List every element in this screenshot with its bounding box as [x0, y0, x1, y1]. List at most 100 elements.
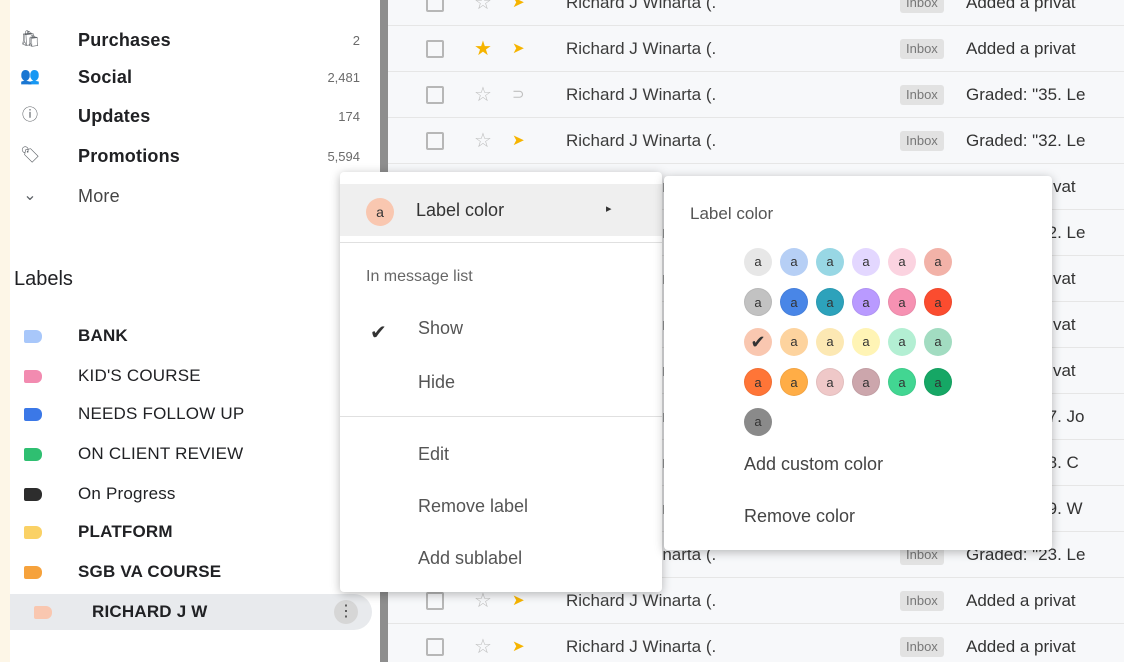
- color-swatch[interactable]: a: [852, 248, 880, 276]
- inbox-tag: Inbox: [900, 0, 944, 13]
- star-icon[interactable]: ☆: [474, 82, 492, 107]
- color-swatch[interactable]: a: [888, 328, 916, 356]
- nav-item-promotions[interactable]: 🏷 Promotions 5,594: [10, 138, 382, 174]
- label-item[interactable]: SGB VA COURSE: [10, 554, 382, 590]
- star-icon[interactable]: ☆: [474, 128, 492, 153]
- label-item[interactable]: BANK: [10, 318, 382, 354]
- star-icon[interactable]: ★: [474, 36, 492, 61]
- color-swatch[interactable]: a: [780, 248, 808, 276]
- color-swatch[interactable]: a: [852, 368, 880, 396]
- color-swatch[interactable]: a: [924, 248, 952, 276]
- color-swatch[interactable]: a: [852, 328, 880, 356]
- label-item[interactable]: ON CLIENT REVIEW: [10, 436, 382, 472]
- color-swatch[interactable]: a: [924, 368, 952, 396]
- inbox-tag: Inbox: [900, 39, 944, 59]
- mail-row[interactable]: ★ ➤ Richard J Winarta (. Inbox Added a priva…: [388, 26, 1124, 72]
- importance-marker-icon[interactable]: ➤: [512, 131, 525, 149]
- importance-marker-icon[interactable]: ⊃: [512, 85, 525, 103]
- star-icon[interactable]: ☆: [474, 0, 492, 15]
- hide-menu-item[interactable]: Hide: [418, 372, 455, 393]
- mail-row[interactable]: ☆ ⊃ Richard J Winarta (. Inbox Graded: "35. …: [388, 72, 1124, 118]
- label-name: NEEDS FOLLOW UP: [78, 404, 245, 423]
- menu-divider: [340, 242, 662, 243]
- color-swatch[interactable]: a: [780, 328, 808, 356]
- label-item[interactable]: KID'S COURSE: [10, 358, 382, 394]
- label-item[interactable]: NEEDS FOLLOW UP: [10, 396, 382, 432]
- star-icon[interactable]: ☆: [474, 634, 492, 659]
- inbox-tag: Inbox: [900, 85, 944, 105]
- label-color-menu-item[interactable]: a Label color ▸: [340, 184, 662, 236]
- nav-item-count: 2,481: [327, 69, 360, 85]
- nav-item-count: 174: [338, 108, 360, 124]
- nav-item-updates[interactable]: ⓘ Updates 174: [10, 98, 382, 134]
- color-swatch[interactable]: a: [816, 288, 844, 316]
- importance-marker-icon[interactable]: ➤: [512, 39, 525, 57]
- color-swatch[interactable]: a: [780, 288, 808, 316]
- label-color-text: Label color: [416, 200, 505, 220]
- color-swatch[interactable]: a: [744, 368, 772, 396]
- importance-marker-icon[interactable]: ➤: [512, 637, 525, 655]
- inbox-tag: Inbox: [900, 131, 944, 151]
- label-item[interactable]: RICHARD J W ⋮: [10, 594, 372, 630]
- label-icon: [24, 370, 42, 383]
- label-item[interactable]: PLATFORM: [10, 514, 382, 550]
- show-menu-item[interactable]: Show: [418, 318, 463, 339]
- color-swatch[interactable]: a: [852, 288, 880, 316]
- color-swatch[interactable]: a: [924, 328, 952, 356]
- color-swatch[interactable]: a: [888, 248, 916, 276]
- remove-color-button[interactable]: Remove color: [744, 506, 855, 527]
- mail-row[interactable]: ☆ ➤ Richard J Winarta (. Inbox Added a priva…: [388, 0, 1124, 26]
- mail-row[interactable]: ☆ ➤ Richard J Winarta (. Inbox Added a priva…: [388, 624, 1124, 662]
- tag-icon: 🏷: [20, 147, 41, 164]
- color-swatch[interactable]: a: [816, 368, 844, 396]
- color-swatch[interactable]: a: [744, 408, 772, 436]
- nav-item-label: Social: [78, 66, 133, 87]
- label-color-submenu: Label color a a a a a a a a a a a a ✔ a a a a a a a a a a a a Ad…: [664, 176, 1052, 550]
- add-sublabel-menu-item[interactable]: Add sublabel: [418, 548, 522, 569]
- color-swatch[interactable]: a: [744, 288, 772, 316]
- inbox-tag: Inbox: [900, 591, 944, 611]
- more-options-icon[interactable]: ⋮: [334, 600, 358, 624]
- label-name: PLATFORM: [78, 522, 173, 541]
- mail-sender: Richard J Winarta (.: [566, 39, 717, 58]
- label-color-swatch: a: [366, 198, 394, 226]
- color-swatch[interactable]: ✔: [744, 328, 772, 356]
- menu-divider: [340, 416, 662, 417]
- color-menu-title: Label color: [690, 204, 774, 223]
- color-swatch[interactable]: a: [924, 288, 952, 316]
- color-swatch[interactable]: a: [888, 368, 916, 396]
- select-checkbox[interactable]: [426, 40, 444, 58]
- shopping-bag-icon: 🛍: [20, 31, 41, 48]
- label-name: ON CLIENT REVIEW: [78, 444, 244, 463]
- select-checkbox[interactable]: [426, 132, 444, 150]
- importance-marker-icon[interactable]: ➤: [512, 0, 525, 11]
- label-name: On Progress: [78, 484, 176, 503]
- mail-subject: Added a privat: [966, 0, 1076, 12]
- mail-subject: Added a privat: [966, 591, 1076, 610]
- nav-item-more[interactable]: ⌄ More: [10, 178, 382, 214]
- remove-label-menu-item[interactable]: Remove label: [418, 496, 528, 517]
- nav-item-social[interactable]: 👥 Social 2,481: [10, 59, 382, 95]
- importance-marker-icon[interactable]: ➤: [512, 591, 525, 609]
- label-name: KID'S COURSE: [78, 366, 201, 385]
- color-swatch[interactable]: a: [816, 248, 844, 276]
- color-swatch[interactable]: a: [780, 368, 808, 396]
- mail-row[interactable]: ☆ ➤ Richard J Winarta (. Inbox Graded: "32. …: [388, 118, 1124, 164]
- color-swatch[interactable]: a: [744, 248, 772, 276]
- select-checkbox[interactable]: [426, 0, 444, 12]
- label-icon: [24, 526, 42, 539]
- submenu-arrow-icon: ▸: [606, 203, 612, 215]
- mail-sender: Richard J Winarta (.: [566, 0, 717, 12]
- select-checkbox[interactable]: [426, 592, 444, 610]
- nav-item-label: More: [78, 185, 120, 206]
- nav-item-purchases[interactable]: 🛍 Purchases 2: [10, 22, 382, 58]
- add-custom-color-button[interactable]: Add custom color: [744, 454, 883, 475]
- mail-subject: Graded: "32. Le: [966, 131, 1086, 150]
- label-name: BANK: [78, 326, 128, 345]
- edit-menu-item[interactable]: Edit: [418, 444, 449, 465]
- color-swatch[interactable]: a: [888, 288, 916, 316]
- color-swatch[interactable]: a: [816, 328, 844, 356]
- label-item[interactable]: On Progress: [10, 476, 382, 512]
- select-checkbox[interactable]: [426, 638, 444, 656]
- select-checkbox[interactable]: [426, 86, 444, 104]
